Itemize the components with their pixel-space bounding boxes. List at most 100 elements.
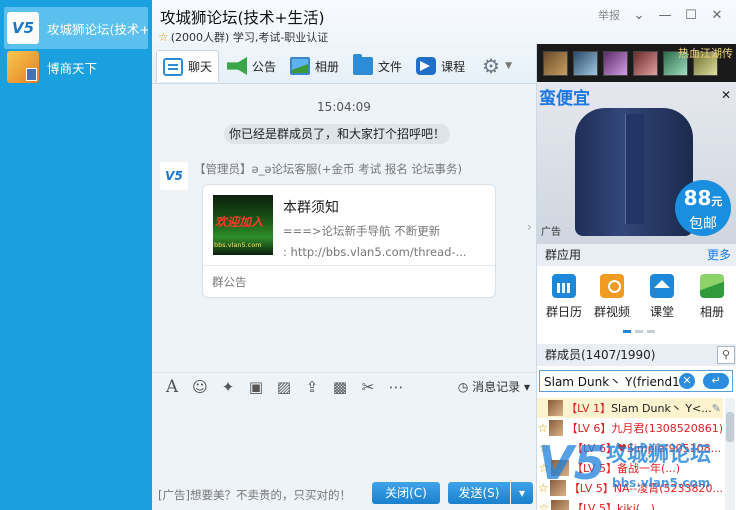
announcement-card[interactable]: 欢迎加入 bbs.vlan5.com 本群须知 ===>论坛新手导航 不断更新 … bbox=[202, 184, 496, 298]
message-area[interactable]: 15:04:09 你已经是群成员了，和大家打个招呼吧！ V5 【管理员】ə_ə论… bbox=[152, 84, 536, 372]
group-avatar bbox=[7, 51, 39, 83]
scrollbar-thumb[interactable] bbox=[726, 412, 734, 442]
member-row[interactable]: ☆ 【LV 5】kiki(...) bbox=[537, 498, 723, 510]
game-ad-strip[interactable]: 热血江湖传 bbox=[537, 44, 736, 82]
tab-files[interactable]: 文件 bbox=[347, 51, 408, 81]
tab-chat[interactable]: 聊天 bbox=[156, 50, 220, 82]
send-options-button[interactable]: ▾ bbox=[511, 482, 533, 504]
member-row[interactable]: ☆ 【LV 6】♥Simple(905108... bbox=[537, 438, 723, 458]
message-input[interactable] bbox=[152, 400, 536, 476]
report-button[interactable]: 举报 bbox=[592, 6, 626, 26]
search-icon[interactable]: ⚲ bbox=[717, 346, 735, 364]
sender-name[interactable]: 【管理员】ə_ə论坛客服(+金币 考试 报名 论坛事务) bbox=[194, 161, 462, 177]
member-level: 【LV 5】 bbox=[572, 502, 617, 510]
member-level: 【LV 6】 bbox=[572, 442, 617, 455]
folder-icon bbox=[353, 54, 374, 75]
tab-settings[interactable]: ⚙ ▼ bbox=[473, 51, 518, 81]
clear-search-icon[interactable]: ✕ bbox=[679, 373, 695, 389]
announcement-link[interactable]: : http://bbs.vlan5.com/thread-... bbox=[283, 245, 467, 259]
member-row[interactable]: ☆ 【LV 5】NA--凌霄(5233820... bbox=[537, 478, 723, 498]
game-icon[interactable] bbox=[573, 51, 598, 76]
member-list-scrollbar[interactable] bbox=[725, 398, 735, 510]
ad-headline: 蛮便宜 bbox=[539, 89, 590, 109]
game-icon[interactable] bbox=[633, 51, 658, 76]
member-level: 【LV 6】 bbox=[566, 422, 612, 435]
game-icon[interactable] bbox=[603, 51, 628, 76]
member-avatar bbox=[551, 500, 569, 510]
gift-icon[interactable]: ▩ bbox=[326, 378, 354, 396]
member-avatar bbox=[548, 420, 564, 436]
conversation-item-gongchengshi[interactable]: V5 攻城狮论坛(技术+... bbox=[4, 7, 148, 49]
close-ad-icon[interactable]: ✕ bbox=[719, 88, 733, 102]
close-button[interactable]: 关闭(C) bbox=[372, 482, 440, 504]
app-video[interactable]: 群视频 bbox=[587, 274, 637, 320]
send-button[interactable]: 发送(S) bbox=[448, 482, 510, 504]
minimize-icon[interactable]: — bbox=[652, 6, 678, 26]
thumbnail-title: 欢迎加入 bbox=[215, 215, 264, 229]
sender-avatar[interactable]: V5 bbox=[160, 162, 188, 190]
game-icon[interactable] bbox=[543, 51, 568, 76]
group-info-text: (2000人群) 学习,考试-职业认证 bbox=[170, 31, 329, 44]
enter-icon[interactable]: ↵ bbox=[703, 373, 729, 389]
app-classroom[interactable]: 课堂 bbox=[637, 274, 687, 320]
member-avatar bbox=[549, 480, 566, 496]
dropdown-icon[interactable]: ⌄ bbox=[626, 6, 652, 26]
ad-price-badge: 88元 包邮 bbox=[675, 180, 731, 236]
album-icon bbox=[700, 274, 724, 298]
screenshot-icon[interactable]: ✂ bbox=[354, 378, 382, 396]
sidebar-ad[interactable]: 蛮便宜 ✕ 88元 包邮 广告 bbox=[537, 82, 736, 244]
shake-icon[interactable]: ▣ bbox=[242, 378, 270, 396]
member-name: ♥Simple(905108... bbox=[616, 442, 722, 455]
conversation-item-boshang[interactable]: 博商天下 bbox=[4, 46, 148, 88]
game-ad-title: 热血江湖传 bbox=[678, 47, 733, 60]
tab-notice[interactable]: 公告 bbox=[221, 51, 282, 81]
ad-shipping: 包邮 bbox=[689, 216, 717, 232]
video-icon bbox=[600, 274, 624, 298]
tab-album[interactable]: 相册 bbox=[284, 51, 345, 81]
member-row[interactable]: ☆ 【LV 6】九月君(1308520861) bbox=[537, 418, 723, 438]
member-name: 九月君(1308520861) bbox=[611, 422, 723, 435]
maximize-icon[interactable]: ☐ bbox=[678, 6, 704, 26]
gear-icon: ⚙ bbox=[482, 54, 501, 78]
more-icon[interactable]: ⋯ bbox=[382, 378, 410, 396]
window-controls: 举报 ⌄ — ☐ ✕ bbox=[592, 6, 730, 26]
star-icon: ☆ bbox=[538, 501, 550, 510]
emoji-icon[interactable]: ☺ bbox=[186, 378, 214, 396]
star-icon: ☆ bbox=[537, 481, 549, 495]
member-row[interactable]: ☆ 【LV 5】备战一年(...) bbox=[537, 458, 723, 478]
member-level: 【LV 5】 bbox=[568, 482, 614, 495]
bottom-bar: [广告]想要美？不卖贵的，只买对的！ 关闭(C) 发送(S) ▾ bbox=[152, 476, 536, 510]
message-history-button[interactable]: ◷ 消息记录 ▾ bbox=[458, 378, 530, 395]
bottom-ad-link[interactable]: [广告]想要美？不卖贵的，只买对的！ bbox=[158, 487, 351, 503]
announcement-thumbnail: 欢迎加入 bbs.vlan5.com bbox=[213, 195, 273, 255]
member-list: 【LV 1】Slam Dunk丶 Y<... ✎ ☆ 【LV 6】九月君(130… bbox=[537, 398, 723, 510]
member-avatar bbox=[551, 460, 569, 476]
course-icon bbox=[416, 57, 437, 75]
tab-course[interactable]: 课程 bbox=[410, 51, 471, 81]
group-info: ☆ (2000人群) 学习,考试-职业认证 bbox=[158, 29, 328, 45]
image-icon[interactable]: ▨ bbox=[270, 378, 298, 396]
right-panel: 热血江湖传 蛮便宜 ✕ 88元 包邮 广告 › 群应用 更多 群日历 群视频 课… bbox=[527, 44, 736, 510]
app-label: 相册 bbox=[699, 305, 724, 319]
app-calendar[interactable]: 群日历 bbox=[539, 274, 589, 320]
star-icon: ☆ bbox=[538, 461, 550, 475]
tab-label: 公告 bbox=[252, 59, 277, 74]
collapse-panel-icon[interactable]: › bbox=[527, 220, 532, 234]
font-icon[interactable]: A bbox=[158, 377, 186, 397]
app-label: 群视频 bbox=[593, 305, 630, 319]
member-row[interactable]: 【LV 1】Slam Dunk丶 Y<... ✎ bbox=[537, 398, 723, 418]
announcement-title: 本群须知 bbox=[283, 200, 339, 216]
message-timestamp: 15:04:09 bbox=[317, 100, 371, 114]
edit-icon[interactable]: ✎ bbox=[712, 402, 721, 415]
magic-icon[interactable]: ✦ bbox=[214, 378, 242, 396]
calendar-icon bbox=[552, 274, 576, 298]
upload-icon[interactable]: ⇪ bbox=[298, 378, 326, 396]
app-album[interactable]: 相册 bbox=[687, 274, 736, 320]
album-icon bbox=[290, 57, 311, 75]
apps-pager[interactable] bbox=[623, 330, 655, 333]
thumbnail-url: bbs.vlan5.com bbox=[214, 241, 262, 249]
more-apps-link[interactable]: 更多 bbox=[707, 244, 731, 266]
close-icon[interactable]: ✕ bbox=[704, 6, 730, 26]
group-tabs: 聊天 公告 相册 文件 课程 ⚙ ▼ bbox=[156, 50, 520, 82]
member-level: 【LV 5】 bbox=[572, 462, 617, 475]
